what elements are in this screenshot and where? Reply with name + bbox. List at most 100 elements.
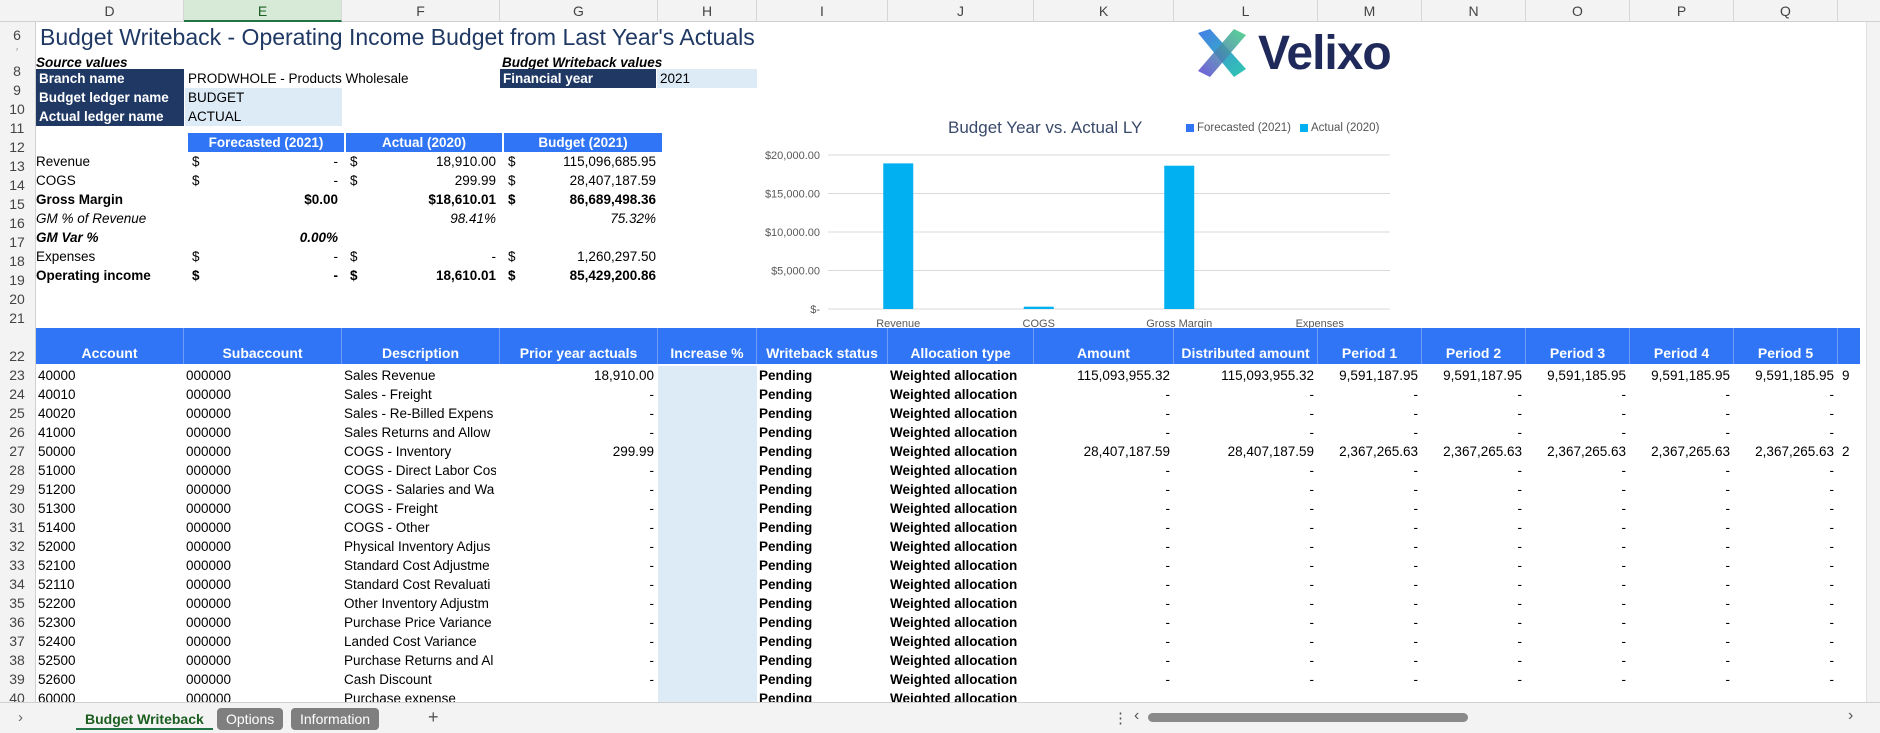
- column-header-j[interactable]: J: [888, 0, 1034, 22]
- table-header-amount[interactable]: Amount: [1034, 328, 1174, 364]
- table-header-period-2[interactable]: Period 2: [1422, 328, 1526, 364]
- hscroll-right-button[interactable]: ›: [1848, 707, 1853, 725]
- table-cell[interactable]: [658, 366, 757, 385]
- budget-ledger-value[interactable]: BUDGET: [185, 88, 342, 107]
- row-header[interactable]: 13: [0, 157, 34, 176]
- table-header-description[interactable]: Description: [342, 328, 500, 364]
- row-header[interactable]: 10: [0, 100, 34, 119]
- table-cell[interactable]: [658, 423, 757, 442]
- table-cell[interactable]: [658, 442, 757, 461]
- summary-value[interactable]: 18,610.01: [366, 266, 496, 285]
- tab-options[interactable]: Options: [217, 708, 284, 730]
- row-header[interactable]: 18: [0, 252, 34, 271]
- table-cell[interactable]: [658, 385, 757, 404]
- table-cell[interactable]: [658, 461, 757, 480]
- row-header[interactable]: 37: [0, 632, 34, 651]
- horizontal-scrollbar-thumb[interactable]: [1148, 713, 1468, 722]
- row-header[interactable]: 30: [0, 499, 34, 518]
- hscroll-left-button[interactable]: ‹: [1134, 707, 1139, 725]
- add-sheet-button[interactable]: +: [428, 707, 439, 728]
- column-header-e[interactable]: E: [184, 0, 342, 22]
- worksheet-grid[interactable]: Budget Writeback - Operating Income Budg…: [36, 22, 1860, 702]
- summary-value[interactable]: 86,689,498.36: [524, 190, 656, 209]
- bar-actual-2020--cogs[interactable]: [1023, 306, 1054, 309]
- summary-value[interactable]: 85,429,200.86: [524, 266, 656, 285]
- row-header[interactable]: 31: [0, 518, 34, 537]
- column-header-m[interactable]: M: [1318, 0, 1422, 22]
- table-cell[interactable]: [658, 689, 757, 702]
- summary-value[interactable]: [524, 228, 656, 247]
- row-header[interactable]: 22: [0, 347, 34, 366]
- row-header[interactable]: 9: [0, 81, 34, 100]
- table-header-increase-[interactable]: Increase %: [658, 328, 757, 364]
- bar-actual-2020--revenue[interactable]: [883, 163, 914, 309]
- row-header[interactable]: 11: [0, 119, 34, 138]
- row-header[interactable]: 7: [0, 48, 34, 52]
- tab-budget-writeback[interactable]: Budget Writeback: [76, 708, 213, 730]
- column-header-q[interactable]: Q: [1734, 0, 1838, 22]
- table-header-period-5[interactable]: Period 5: [1734, 328, 1838, 364]
- table-cell[interactable]: [658, 613, 757, 632]
- table-header-distributed-amount[interactable]: Distributed amount: [1174, 328, 1318, 364]
- row-header[interactable]: 21: [0, 309, 34, 328]
- column-header-n[interactable]: N: [1422, 0, 1526, 22]
- column-header-o[interactable]: O: [1526, 0, 1630, 22]
- table-cell[interactable]: [658, 670, 757, 689]
- row-header[interactable]: 24: [0, 385, 34, 404]
- scroll-tabs-left-button[interactable]: ›: [18, 709, 23, 726]
- table-cell[interactable]: [658, 632, 757, 651]
- column-header-d[interactable]: D: [36, 0, 184, 22]
- summary-value[interactable]: $18,610.01: [366, 190, 496, 209]
- row-header[interactable]: 25: [0, 404, 34, 423]
- summary-value[interactable]: -: [208, 152, 339, 171]
- table-cell[interactable]: [658, 556, 757, 575]
- row-header[interactable]: 35: [0, 594, 34, 613]
- table-header-writeback-status[interactable]: Writeback status: [757, 328, 888, 364]
- vertical-scrollbar[interactable]: [1866, 22, 1880, 702]
- summary-value[interactable]: 0.00%: [208, 228, 338, 247]
- row-header[interactable]: 17: [0, 233, 34, 252]
- summary-value[interactable]: 28,407,187.59: [524, 171, 656, 190]
- summary-value[interactable]: 115,096,685.95: [524, 152, 656, 171]
- table-header-prior-year-actuals[interactable]: Prior year actuals: [500, 328, 658, 364]
- row-header[interactable]: 20: [0, 290, 34, 309]
- row-header[interactable]: 39: [0, 670, 34, 689]
- table-cell[interactable]: [658, 518, 757, 537]
- table-cell[interactable]: [658, 537, 757, 556]
- row-header[interactable]: 19: [0, 271, 34, 290]
- financial-year-value[interactable]: 2021: [657, 69, 757, 88]
- summary-value[interactable]: 75.32%: [524, 209, 656, 228]
- budget-chart[interactable]: Budget Year vs. Actual LY Forecasted (20…: [716, 112, 1396, 337]
- row-header[interactable]: 8: [0, 62, 34, 81]
- column-header-l[interactable]: L: [1174, 0, 1318, 22]
- summary-value[interactable]: 98.41%: [366, 209, 496, 228]
- row-header[interactable]: 28: [0, 461, 34, 480]
- table-cell[interactable]: [658, 594, 757, 613]
- summary-value[interactable]: [366, 228, 496, 247]
- table-cell[interactable]: [658, 575, 757, 594]
- column-header-i[interactable]: I: [757, 0, 888, 22]
- summary-value[interactable]: [208, 209, 338, 228]
- row-header[interactable]: 23: [0, 366, 34, 385]
- table-header-period-4[interactable]: Period 4: [1630, 328, 1734, 364]
- actual-ledger-value[interactable]: ACTUAL: [185, 107, 342, 126]
- row-header[interactable]: 16: [0, 214, 34, 233]
- table-cell[interactable]: [658, 480, 757, 499]
- tab-information[interactable]: Information: [291, 708, 380, 730]
- row-header[interactable]: 34: [0, 575, 34, 594]
- row-header[interactable]: 14: [0, 176, 34, 195]
- summary-value[interactable]: 1,260,297.50: [524, 247, 656, 266]
- table-header-period-1[interactable]: Period 1: [1318, 328, 1422, 364]
- table-header-account[interactable]: Account: [36, 328, 184, 364]
- summary-value[interactable]: -: [208, 247, 339, 266]
- branch-name-value[interactable]: PRODWHOLE - Products Wholesale: [185, 69, 435, 88]
- row-header[interactable]: 32: [0, 537, 34, 556]
- table-header-subaccount[interactable]: Subaccount: [184, 328, 342, 364]
- row-header[interactable]: 15: [0, 195, 34, 214]
- summary-value[interactable]: -: [366, 247, 497, 266]
- tabs-more-menu[interactable]: ⋮: [1113, 709, 1128, 727]
- row-header[interactable]: 36: [0, 613, 34, 632]
- column-header-h[interactable]: H: [658, 0, 757, 22]
- row-header[interactable]: 12: [0, 138, 34, 157]
- table-header-allocation-type[interactable]: Allocation type: [888, 328, 1034, 364]
